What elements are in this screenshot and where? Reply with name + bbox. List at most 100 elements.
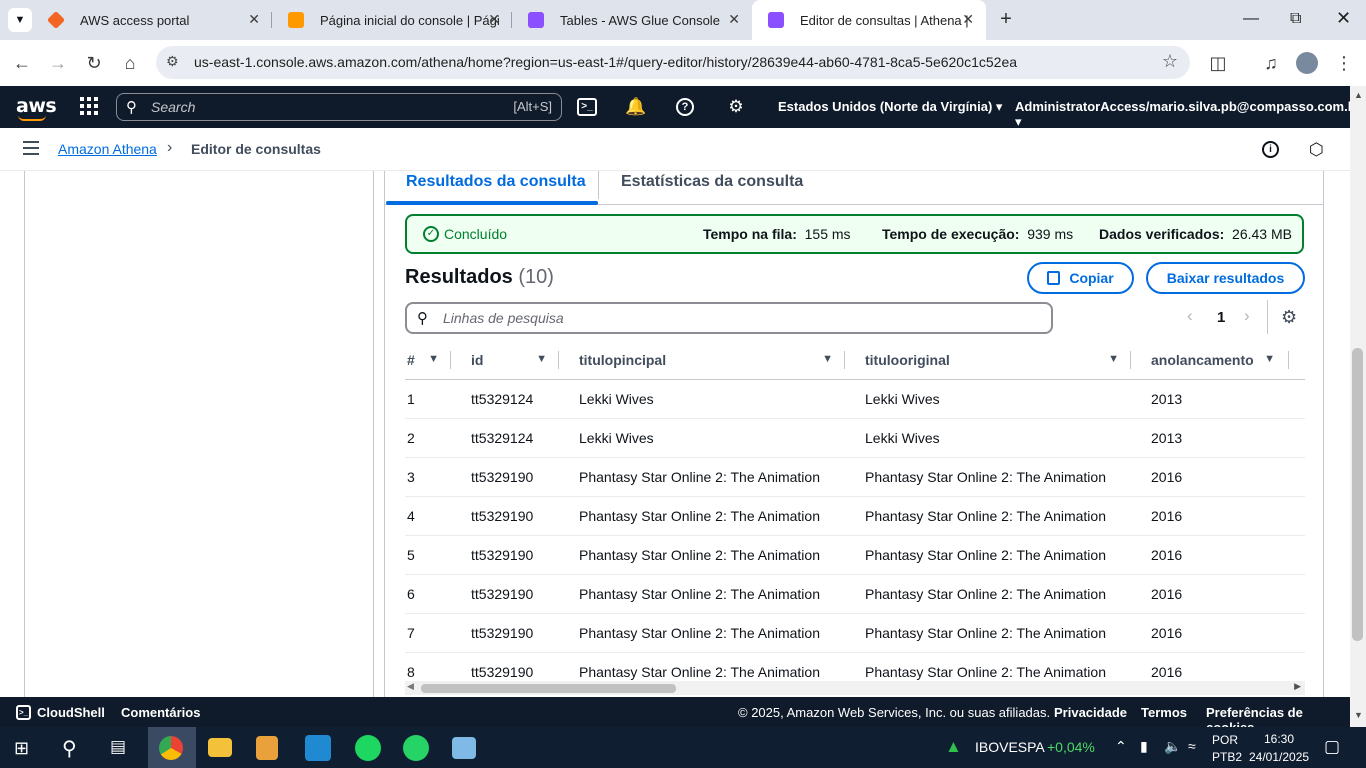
scrollbar-thumb[interactable] [421,684,676,693]
clock-date[interactable]: 24/01/2025 [1249,750,1309,764]
hamburger-menu-icon[interactable] [23,141,39,155]
site-info-icon[interactable]: ⚙ [166,53,179,70]
input-language[interactable]: POR [1212,733,1238,747]
browser-tab[interactable]: Tables - AWS Glue Console ✕ [512,0,752,40]
column-header[interactable]: anolancamento ▼ [1131,341,1305,380]
tab-query-stats[interactable]: Estatísticas da consulta [621,173,803,191]
browser-tab[interactable]: Página inicial do console | Págir ✕ [272,0,512,40]
kebab-menu-icon[interactable]: ⋮ [1332,51,1356,75]
pagination-prev-icon[interactable]: ‹ [1187,306,1193,326]
column-header[interactable]: titulopincipal ▼ [559,341,845,380]
privacy-link[interactable]: Privacidade [1054,705,1127,720]
tray-overflow-icon[interactable]: ⌃ [1115,738,1127,755]
scrollbar-thumb[interactable] [1352,348,1363,641]
pagination-current-page[interactable]: 1 [1217,309,1225,326]
exec-time-label: Tempo de execução: [882,226,1020,242]
clock-time[interactable]: 16:30 [1264,732,1294,746]
sort-caret-icon[interactable]: ▼ [536,353,547,365]
media-control-icon[interactable]: ♫ [1259,51,1283,75]
restore-icon[interactable]: ⧉ [1290,10,1301,28]
pagination-next-icon[interactable]: › [1244,306,1250,326]
terms-link[interactable]: Termos [1141,705,1187,720]
sort-caret-icon[interactable]: ▼ [822,353,833,365]
tab-query-results[interactable]: Resultados da consulta [406,173,586,191]
column-header[interactable]: # ▼ [405,341,451,380]
chrome-icon[interactable] [159,736,183,760]
cloudshell-link[interactable]: CloudShell [37,705,105,720]
reload-icon[interactable]: ↻ [82,51,106,75]
notes-app-icon[interactable] [452,737,476,759]
cloudshell-icon[interactable]: >_ [577,98,597,116]
volume-icon[interactable]: 🔈 [1164,738,1181,755]
scroll-down-icon[interactable]: ▼ [1354,710,1363,720]
account-menu[interactable]: AdministratorAccess/mario.silva.pb@compa… [1015,99,1361,130]
extensions-icon[interactable]: ◫ [1206,51,1230,75]
tab-title: Página inicial do console | Págir [320,12,500,28]
close-icon[interactable]: ✕ [962,11,974,28]
address-bar[interactable]: ⚙ us-east-1.console.aws.amazon.com/athen… [156,46,1190,79]
table-preferences-gear-icon[interactable]: ⚙ [1281,307,1297,328]
scroll-left-icon[interactable]: ◀ [407,681,414,692]
breadcrumb-athena-link[interactable]: Amazon Athena [58,141,157,157]
spotify-icon[interactable] [355,735,381,761]
copy-button[interactable]: Copiar [1027,262,1134,294]
new-tab-button[interactable]: + [994,8,1018,32]
close-icon[interactable]: ✕ [248,11,260,28]
horizontal-scrollbar[interactable]: ◀ ▶ [405,681,1305,695]
url-text[interactable]: us-east-1.console.aws.amazon.com/athena/… [194,54,1017,70]
help-icon[interactable]: ? [676,98,694,116]
page-vertical-scrollbar[interactable]: ▲ ▼ [1350,86,1366,727]
region-selector[interactable]: Estados Unidos (Norte da Virgínia) ▾ [778,99,1002,115]
window-close-icon[interactable]: ✕ [1336,8,1351,29]
cell-id: tt5329190 [451,457,559,497]
exec-time: Tempo de execução: 939 ms [882,226,1073,242]
rows-search-input[interactable]: ⚲ Linhas de pesquisa [405,302,1053,334]
column-resizer[interactable] [1288,351,1289,369]
file-explorer-icon[interactable] [208,738,232,757]
whatsapp-icon[interactable] [403,735,429,761]
battery-icon[interactable]: ▮ [1140,738,1148,755]
services-grid-icon[interactable] [80,97,98,115]
aws-logo[interactable]: aws [16,95,57,121]
task-view-icon[interactable]: ▤ [110,737,126,757]
info-icon[interactable]: i [1262,141,1279,158]
bell-icon[interactable]: 🔔 [625,97,646,117]
home-icon[interactable]: ⌂ [118,51,142,75]
column-header-label: id [471,351,484,368]
cell-index: 5 [405,535,451,575]
wifi-icon[interactable]: ≈ [1188,738,1196,754]
aws-search-input[interactable]: ⚲ Search [Alt+S] [116,93,562,121]
gear-icon[interactable]: ⚙ [726,97,746,117]
notifications-hex-icon[interactable]: ⬡ [1309,140,1324,160]
stock-ticker-name[interactable]: IBOVESPA [975,739,1045,755]
stock-ticker-change[interactable]: +0,04% [1047,739,1095,755]
bookmark-star-icon[interactable]: ☆ [1162,51,1178,72]
sort-caret-icon[interactable]: ▼ [1108,353,1119,365]
input-layout[interactable]: PTB2 [1212,750,1242,764]
scroll-up-icon[interactable]: ▲ [1354,90,1363,100]
close-icon[interactable]: ✕ [728,11,740,28]
profile-avatar[interactable] [1296,52,1318,74]
back-icon[interactable]: ← [10,51,34,75]
notification-center-icon[interactable]: ▢ [1324,737,1340,757]
feedback-link[interactable]: Comentários [121,705,200,720]
search-icon[interactable]: ⚲ [62,736,77,761]
column-header[interactable]: id ▼ [451,341,559,380]
media-player-icon[interactable] [256,736,278,760]
glue-favicon-icon [528,12,544,28]
close-icon[interactable]: ✕ [488,11,500,28]
windows-start-icon[interactable]: ⊞ [14,738,29,759]
download-results-button[interactable]: Baixar resultados [1146,262,1305,294]
cell-index: 2 [405,418,451,458]
cloudshell-icon[interactable]: >_ [16,705,31,720]
column-header[interactable]: titulooriginal ▼ [845,341,1131,380]
browser-tab[interactable]: AWS access portal ✕ [32,0,272,40]
sort-caret-icon[interactable]: ▼ [428,353,439,365]
tab-search-button[interactable]: ▼ [8,8,32,32]
forward-icon[interactable]: → [46,51,70,75]
minimize-icon[interactable]: — [1243,10,1259,28]
sort-caret-icon[interactable]: ▼ [1264,353,1275,365]
vscode-icon[interactable] [305,735,331,761]
browser-tab-active[interactable]: Editor de consultas | Athena | us ✕ [752,0,986,40]
scroll-right-icon[interactable]: ▶ [1294,681,1301,692]
